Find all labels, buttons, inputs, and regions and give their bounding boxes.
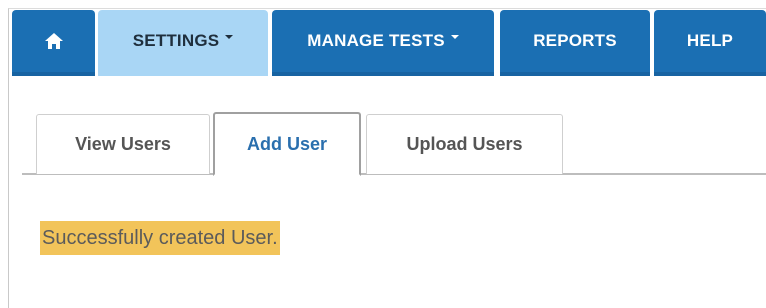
caret-down-icon bbox=[225, 35, 234, 39]
nav-manage-tests-label: MANAGE TESTS bbox=[307, 31, 445, 50]
nav-reports-button[interactable]: REPORTS bbox=[500, 10, 650, 76]
nav-help-button[interactable]: HELP bbox=[654, 10, 766, 76]
tab-add-user[interactable]: Add User bbox=[213, 112, 361, 176]
tab-view-users-label: View Users bbox=[75, 134, 171, 154]
nav-manage-tests-button[interactable]: MANAGE TESTS bbox=[272, 10, 494, 76]
tab-upload-users-label: Upload Users bbox=[406, 134, 523, 154]
user-tabs: View Users Add User Upload Users bbox=[22, 112, 766, 176]
nav-reports-label: REPORTS bbox=[533, 31, 617, 50]
home-icon bbox=[44, 32, 64, 50]
tab-view-users[interactable]: View Users bbox=[36, 114, 210, 174]
nav-settings-label: SETTINGS bbox=[132, 31, 220, 50]
tab-upload-users[interactable]: Upload Users bbox=[366, 114, 563, 174]
success-alert: Successfully created User. bbox=[40, 221, 280, 255]
nav-help-label: HELP bbox=[686, 31, 734, 50]
tab-add-user-label: Add User bbox=[246, 133, 327, 154]
nav-settings-button[interactable]: SETTINGS bbox=[98, 10, 268, 76]
top-navbar: SETTINGS MANAGE TESTS REPORTS HELP bbox=[12, 10, 766, 78]
caret-down-icon bbox=[450, 35, 459, 39]
home-button[interactable] bbox=[12, 10, 95, 76]
